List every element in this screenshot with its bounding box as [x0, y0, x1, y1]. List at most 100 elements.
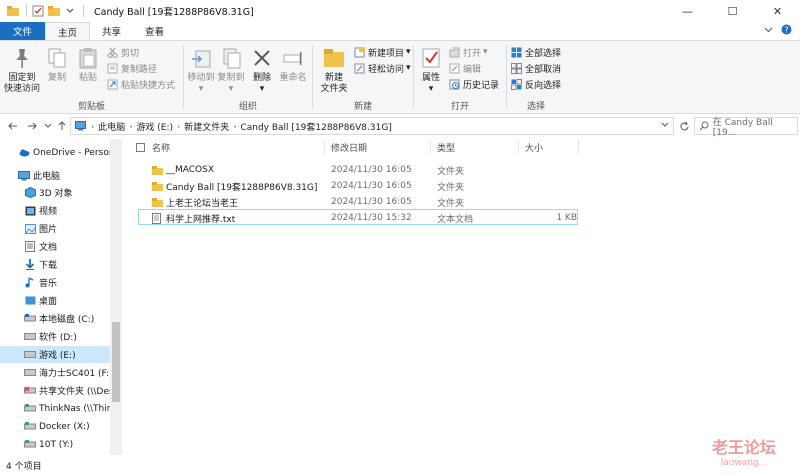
- select-all-checkbox[interactable]: [136, 139, 145, 156]
- new-folder-button[interactable]: 新建 文件夹: [317, 45, 351, 95]
- up-button[interactable]: [54, 118, 70, 134]
- folder-icon: [152, 162, 163, 178]
- chevron-down-icon: [661, 122, 669, 127]
- tab-view[interactable]: 查看: [133, 22, 176, 40]
- rename-button[interactable]: 重命名: [278, 45, 308, 84]
- copy-to-button[interactable]: 复制到 ▾: [216, 45, 246, 95]
- delete-button[interactable]: 删除 ▾: [250, 45, 274, 95]
- table-row[interactable]: Candy Ball [19套1288P86V8.31G] 2024/11/30…: [138, 178, 578, 194]
- invert-selection-button[interactable]: 反向选择: [510, 77, 561, 91]
- close-button[interactable]: ✕: [755, 0, 800, 22]
- search-icon: [699, 121, 709, 131]
- nav-item-desktop[interactable]: 桌面: [0, 292, 110, 309]
- divider: [578, 140, 579, 154]
- open-button[interactable]: 打开 ▾: [448, 45, 488, 59]
- new-group: 新建 文件夹 新建项目 ▾ 轻松访问 ▾ 新建: [313, 41, 413, 114]
- column-header-date[interactable]: 修改日期: [331, 139, 367, 156]
- folder-icon: [152, 178, 163, 194]
- paste-shortcut-icon: [106, 78, 118, 90]
- help-icon[interactable]: ?: [781, 24, 792, 38]
- maximize-button[interactable]: ☐: [710, 0, 755, 22]
- select-all-icon: [510, 46, 522, 58]
- nav-item-network-10t[interactable]: 10T (Y:): [0, 436, 110, 453]
- navigation-scrollbar[interactable]: [110, 139, 122, 455]
- column-header-name[interactable]: 名称: [152, 139, 170, 156]
- disconnected-network-drive-icon: [24, 385, 36, 397]
- edit-button[interactable]: 编辑: [448, 61, 481, 75]
- file-date: 2024/11/30 16:05: [331, 181, 412, 191]
- tab-share[interactable]: 共享: [90, 22, 133, 40]
- refresh-button[interactable]: [676, 118, 692, 134]
- quick-access-toolbar: [0, 0, 88, 22]
- item-count: 4 个项目: [6, 461, 42, 472]
- forward-button[interactable]: [24, 118, 40, 134]
- tab-home[interactable]: 主页: [45, 22, 91, 40]
- column-header-size[interactable]: 大小: [525, 139, 543, 156]
- breadcrumb-separator: ›: [91, 121, 95, 131]
- window-controls: — ☐ ✕: [665, 0, 800, 22]
- cube-icon: [24, 187, 36, 199]
- properties-button[interactable]: 属性 ▾: [418, 45, 444, 95]
- new-item-button[interactable]: 新建项目 ▾: [353, 45, 411, 59]
- nav-item-this-pc[interactable]: 此电脑: [0, 167, 110, 184]
- breadcrumb-drive-e[interactable]: 游戏 (E:): [136, 120, 173, 133]
- table-row[interactable]: 科学上网推荐.txt 2024/11/30 15:32 文本文档 1 KB: [138, 209, 578, 225]
- easy-access-button[interactable]: 轻松访问 ▾: [353, 61, 411, 75]
- cut-button[interactable]: 剪切: [106, 45, 139, 59]
- pin-icon: [9, 45, 35, 71]
- chevron-down-icon[interactable]: [63, 4, 77, 18]
- navigation-pane: OneDrive - Person 此电脑 3D 对象 视频 图片 文档 下载 …: [0, 139, 124, 455]
- move-to-button[interactable]: 移动到 ▾: [186, 45, 216, 95]
- open-group-label: 打开: [450, 102, 469, 112]
- video-icon: [24, 205, 36, 217]
- select-none-button[interactable]: 全部取消: [510, 61, 561, 75]
- table-row[interactable]: 上老王论坛当老王 2024/11/30 16:05 文件夹: [138, 194, 578, 210]
- nav-item-3d-objects[interactable]: 3D 对象: [0, 184, 110, 201]
- new-folder-quick-icon[interactable]: [47, 4, 61, 18]
- window-title: Candy Ball [19套1288P86V8.31G]: [94, 7, 254, 18]
- nav-item-drive-f[interactable]: 海力士SC401 (F:): [0, 364, 110, 381]
- nav-item-drive-c[interactable]: 本地磁盘 (C:): [0, 310, 110, 327]
- breadcrumb-new-folder[interactable]: 新建文件夹: [184, 120, 229, 133]
- search-input[interactable]: 在 Candy Ball [19...: [694, 117, 798, 138]
- nav-item-network-thinknas[interactable]: ThinkNas (\\Thin: [0, 400, 110, 417]
- breadcrumb-current-folder[interactable]: Candy Ball [19套1288P86V8.31G]: [240, 120, 391, 133]
- nav-item-network-docker[interactable]: Docker (X:): [0, 418, 110, 435]
- breadcrumb-this-pc[interactable]: 此电脑: [98, 120, 125, 133]
- nav-item-downloads[interactable]: 下载: [0, 256, 110, 273]
- history-button[interactable]: 历史记录: [448, 77, 499, 91]
- address-bar[interactable]: › 此电脑 › 游戏 (E:) › 新建文件夹 › Candy Ball [19…: [70, 117, 674, 135]
- computer-icon: [75, 121, 86, 131]
- ribbon-expand-icon[interactable]: [764, 26, 773, 36]
- arrow-up-icon: [58, 121, 66, 130]
- drive-icon: [24, 349, 36, 361]
- scrollbar-thumb[interactable]: [112, 322, 120, 402]
- nav-item-videos[interactable]: 视频: [0, 202, 110, 219]
- nav-item-network-share-des[interactable]: 共享文件夹 (\\Des: [0, 382, 110, 399]
- file-name: __MACOSX: [166, 165, 215, 175]
- nav-item-drive-e[interactable]: 游戏 (E:): [0, 346, 110, 363]
- column-header-type[interactable]: 类型: [437, 139, 455, 156]
- table-row[interactable]: __MACOSX 2024/11/30 16:05 文件夹: [138, 162, 578, 178]
- search-placeholder: 在 Candy Ball [19...: [712, 117, 773, 138]
- select-all-button[interactable]: 全部选择: [510, 45, 561, 59]
- edit-icon: [448, 62, 460, 74]
- properties-quick-icon[interactable]: [31, 4, 45, 18]
- nav-item-pictures[interactable]: 图片: [0, 220, 110, 237]
- nav-item-documents[interactable]: 文档: [0, 238, 110, 255]
- tab-file[interactable]: 文件: [0, 22, 46, 40]
- minimize-button[interactable]: —: [665, 0, 710, 22]
- nav-item-music[interactable]: 音乐: [0, 274, 110, 291]
- copy-path-button[interactable]: 复制路径: [106, 61, 157, 75]
- paste-shortcut-button[interactable]: 粘贴快捷方式: [106, 77, 175, 91]
- copy-button[interactable]: 复制: [43, 45, 71, 84]
- paste-button[interactable]: 粘贴: [74, 45, 102, 84]
- nav-item-onedrive[interactable]: OneDrive - Person: [0, 144, 110, 161]
- nav-item-drive-d[interactable]: 软件 (D:): [0, 328, 110, 345]
- back-button[interactable]: [5, 118, 21, 134]
- address-dropdown-button[interactable]: [661, 122, 669, 128]
- refresh-icon: [680, 121, 688, 130]
- pin-quick-access-button[interactable]: 固定到 快速访问: [4, 45, 40, 95]
- cloud-icon: [18, 147, 30, 159]
- breadcrumb-separator: ›: [233, 121, 237, 131]
